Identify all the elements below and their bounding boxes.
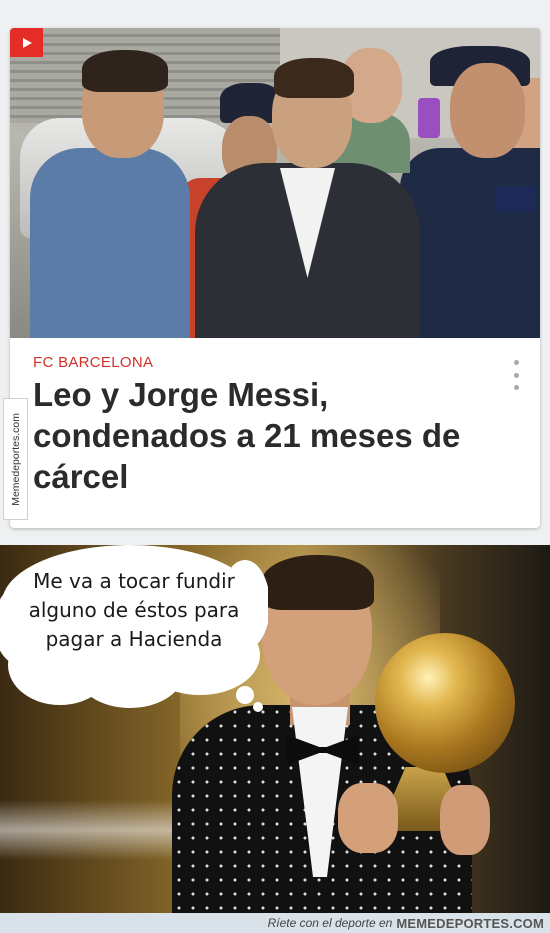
police-badge [495,186,535,212]
man-in-denim-body [30,148,190,338]
officer-body [400,148,540,338]
man-in-denim-hair [82,50,168,92]
side-watermark: Memedeportes.com [3,398,28,520]
footer-tagline: Ríete con el deporte en [267,916,393,930]
phone [418,98,440,138]
officer-head [450,63,525,158]
news-card[interactable]: FC BARCELONA Leo y Jorge Messi, condenad… [10,28,540,528]
thought-bubble-text: Me va a tocar fundir alguno de éstos par… [2,567,266,654]
right-hand [440,785,490,855]
news-headline[interactable]: Leo y Jorge Messi, condenados a 21 meses… [33,374,503,497]
meme-image: Me va a tocar fundir alguno de éstos par… [0,545,550,913]
left-hand [338,783,398,853]
footer-brand[interactable]: MEMEDEPORTES.COM [396,916,544,931]
side-watermark-text: Memedeportes.com [9,412,22,506]
more-vert-icon[interactable] [506,360,526,390]
news-photo[interactable] [10,28,540,338]
thought-bubble: Me va a tocar fundir alguno de éstos par… [0,545,268,713]
news-card-body: FC BARCELONA Leo y Jorge Messi, condenad… [10,338,540,528]
man-in-suit-hair [274,58,354,98]
player-hair [262,555,374,610]
play-icon [22,37,32,48]
footer-watermark: Ríete con el deporte en MEMEDEPORTES.COM [0,913,550,933]
bubble-line: alguno de éstos para [28,598,240,622]
news-category[interactable]: FC BARCELONA [33,354,153,371]
golden-ball-trophy [375,633,515,773]
bubble-line: pagar a Hacienda [45,627,223,651]
bubble-line: Me va a tocar fundir [33,569,235,593]
video-badge[interactable] [10,28,43,57]
